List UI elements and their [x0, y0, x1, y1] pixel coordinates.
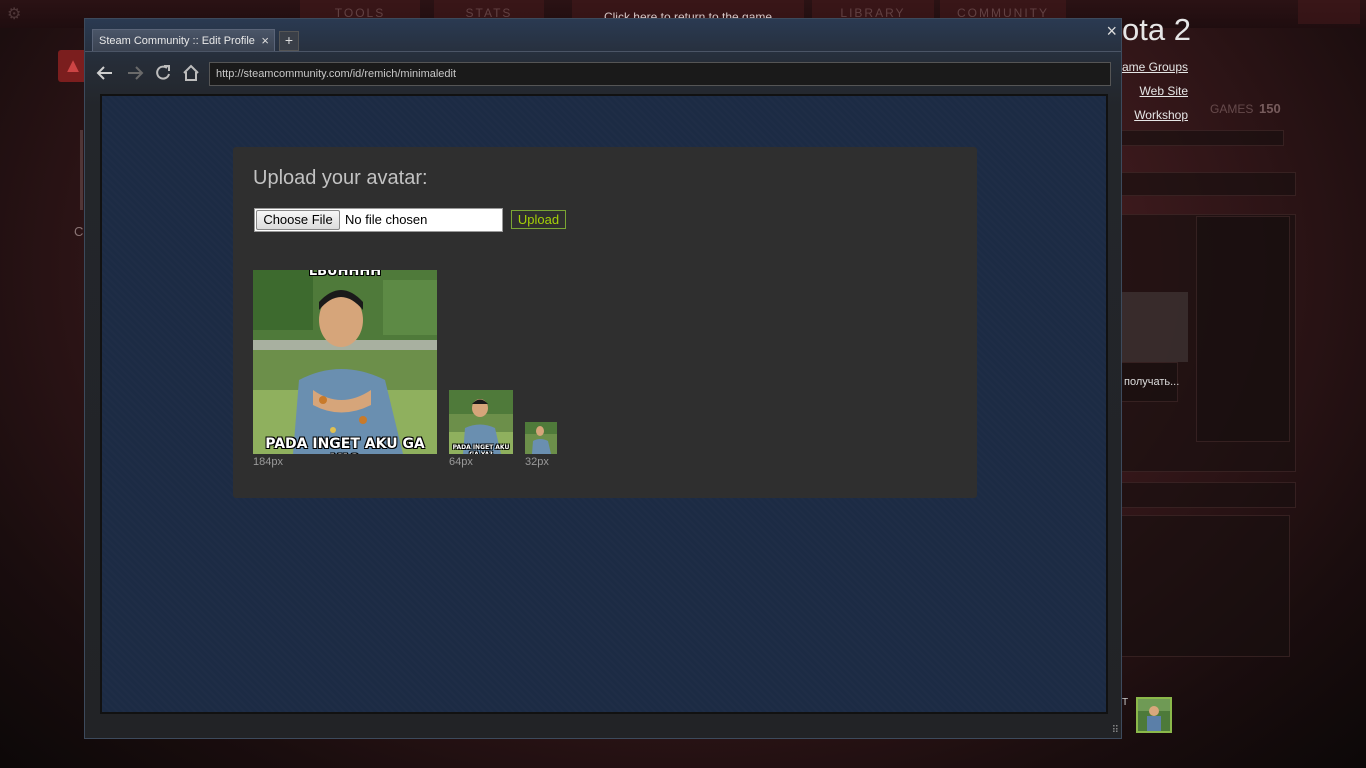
tab-edit-profile[interactable]: Steam Community :: Edit Profile ×	[92, 29, 275, 52]
reload-icon[interactable]	[153, 63, 173, 83]
avatar-caption: PADA INGET AKU GA YA?	[265, 436, 425, 454]
overlay-chat-header	[1120, 172, 1296, 196]
resize-grip-icon[interactable]: ⠿	[1112, 725, 1119, 736]
game-title: ota 2	[1122, 12, 1191, 47]
upload-button[interactable]: Upload	[511, 210, 566, 229]
games-label: GAMES	[1210, 102, 1254, 116]
web-page-content: Upload your avatar: Choose File No file …	[100, 94, 1108, 714]
avatar-size-label-64: 64px	[449, 456, 473, 468]
overlay-browser-window: Steam Community :: Edit Profile × + × ht…	[84, 18, 1122, 739]
overlay-scroll-panel[interactable]	[1196, 216, 1290, 442]
user-avatar[interactable]	[1136, 697, 1172, 733]
choose-file-button[interactable]: Choose File	[256, 210, 340, 230]
overlay-friends-header	[1120, 482, 1296, 508]
back-arrow-icon[interactable]	[95, 63, 115, 83]
tab-title: Steam Community :: Edit Profile	[99, 35, 255, 47]
overlay-chat-item	[1122, 292, 1188, 362]
overlay-chat-text: получать...	[1124, 376, 1180, 388]
forward-arrow-icon[interactable]	[125, 63, 145, 83]
tab-strip-divider	[85, 51, 1121, 52]
workshop-link[interactable]: Workshop	[1134, 108, 1188, 122]
url-bar[interactable]: http://steamcommunity.com/id/remich/mini…	[209, 62, 1111, 86]
avatar-size-label-184: 184px	[253, 456, 283, 468]
home-icon[interactable]	[181, 63, 201, 83]
avatar-caption-small: PADA INGET AKU GA YA?	[452, 444, 510, 454]
gear-icon[interactable]: ⚙	[7, 7, 23, 23]
overlay-search-box[interactable]	[1120, 130, 1284, 146]
avatar-preview-large: LBUHHHH PADA INGET AKU GA YA?	[253, 270, 437, 454]
avatar-preview-medium: PADA INGET AKU GA YA?	[449, 390, 513, 454]
upload-title: Upload your avatar:	[253, 167, 428, 189]
game-groups-link[interactable]: ame Groups	[1122, 60, 1188, 74]
new-tab-button[interactable]: +	[279, 31, 299, 51]
overlay-friends-panel	[1120, 515, 1290, 657]
tab-close-icon[interactable]: ×	[261, 33, 269, 48]
games-count: 150	[1259, 101, 1281, 116]
upload-avatar-panel: Upload your avatar: Choose File No file …	[233, 147, 977, 498]
overlay-tab-extra	[1298, 0, 1360, 24]
file-status: No file chosen	[345, 212, 428, 227]
avatar-top-caption: LBUHHHH	[308, 270, 382, 279]
overlay-user-partial: T	[1122, 697, 1129, 708]
overlay-left-partial: C	[74, 224, 84, 239]
close-icon[interactable]: ×	[1106, 21, 1117, 42]
avatar-preview-small	[525, 422, 557, 454]
overlay-divider	[80, 130, 83, 210]
file-input[interactable]: Choose File No file chosen	[254, 208, 503, 232]
avatar-size-label-32: 32px	[525, 456, 549, 468]
web-site-link[interactable]: Web Site	[1140, 84, 1188, 98]
